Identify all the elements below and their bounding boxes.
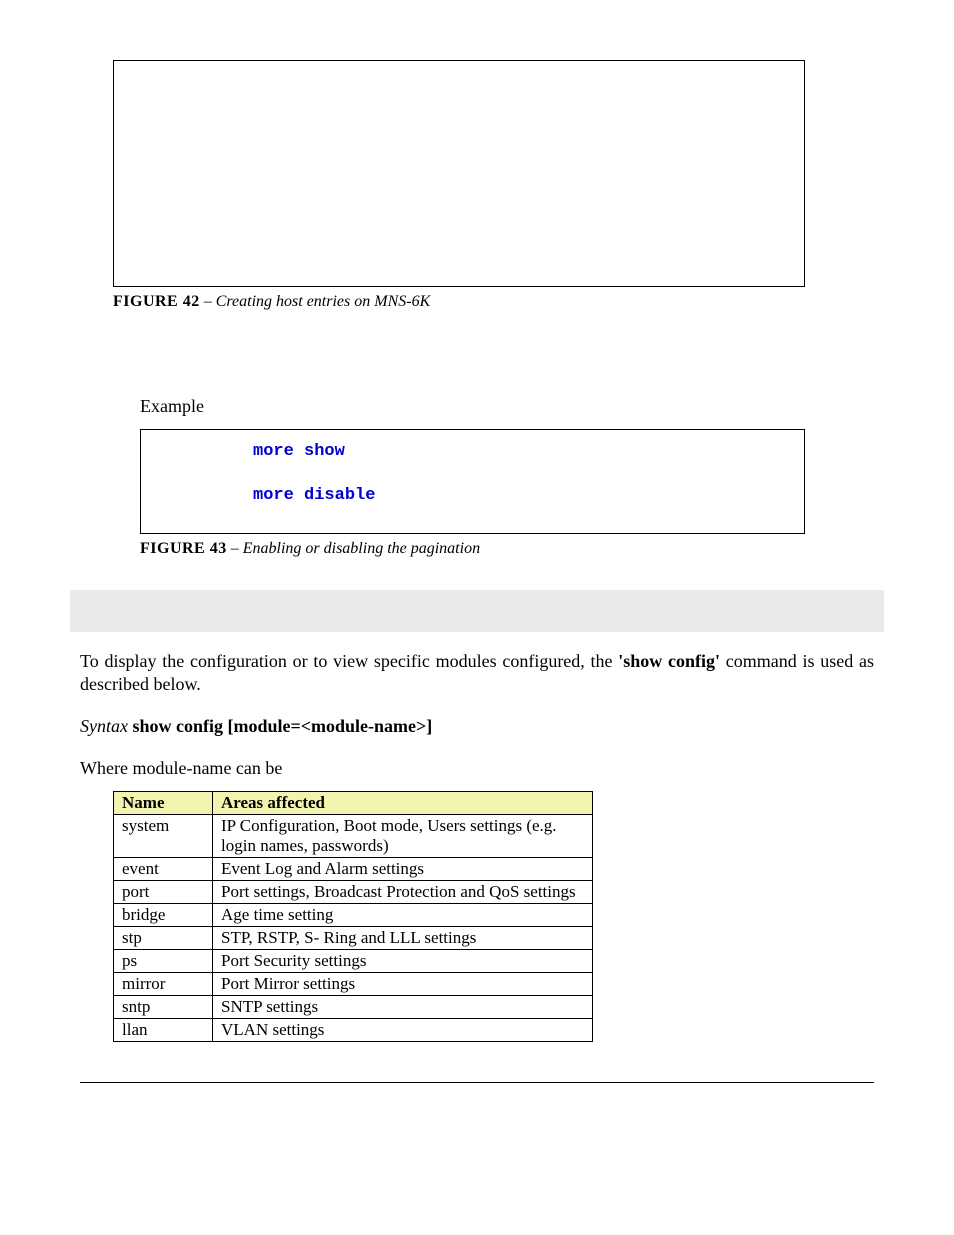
- cell-area: VLAN settings: [213, 1018, 593, 1041]
- cell-name: llan: [114, 1018, 213, 1041]
- document-page: FIGURE 42 – Creating host entries on MNS…: [0, 0, 954, 1143]
- code-line-1: more show: [253, 440, 804, 464]
- table-row: sntp SNTP settings: [114, 995, 593, 1018]
- table-row: stp STP, RSTP, S- Ring and LLL settings: [114, 926, 593, 949]
- figure-43-sep: –: [227, 540, 243, 557]
- table-row: system IP Configuration, Boot mode, User…: [114, 814, 593, 857]
- cell-area: Event Log and Alarm settings: [213, 857, 593, 880]
- figure-42-desc: Creating host entries on MNS-6K: [216, 293, 431, 310]
- example-heading: Example: [140, 396, 874, 417]
- figure-43-desc: Enabling or disabling the pagination: [243, 540, 480, 557]
- figure-42-label: FIGURE 42: [113, 293, 200, 310]
- figure-42-sep: –: [200, 293, 216, 310]
- figure-43-label: FIGURE 43: [140, 540, 227, 557]
- syntax-line: Syntax show config [module=<module-name>…: [80, 716, 874, 737]
- cell-area: Port Security settings: [213, 949, 593, 972]
- intro-paragraph: To display the configuration or to view …: [80, 650, 874, 697]
- syntax-label: Syntax: [80, 716, 128, 736]
- figure-42-box: [113, 60, 805, 287]
- cell-area: Age time setting: [213, 903, 593, 926]
- cell-area: SNTP settings: [213, 995, 593, 1018]
- cell-name: port: [114, 880, 213, 903]
- table-header-row: Name Areas affected: [114, 791, 593, 814]
- figure-43-caption: FIGURE 43 – Enabling or disabling the pa…: [140, 538, 874, 558]
- footer-rule: [80, 1082, 874, 1083]
- table-header-name: Name: [114, 791, 213, 814]
- section-band: [70, 590, 884, 632]
- cell-name: sntp: [114, 995, 213, 1018]
- para1-bold: 'show config': [618, 651, 720, 671]
- cell-area: STP, RSTP, S- Ring and LLL settings: [213, 926, 593, 949]
- table-row: ps Port Security settings: [114, 949, 593, 972]
- cell-area: Port settings, Broadcast Protection and …: [213, 880, 593, 903]
- cell-name: system: [114, 814, 213, 857]
- figure-43-box: more show more disable: [140, 429, 805, 534]
- table-header-areas: Areas affected: [213, 791, 593, 814]
- table-row: event Event Log and Alarm settings: [114, 857, 593, 880]
- cell-name: mirror: [114, 972, 213, 995]
- cell-name: event: [114, 857, 213, 880]
- table-row: llan VLAN settings: [114, 1018, 593, 1041]
- cell-name: stp: [114, 926, 213, 949]
- cell-name: bridge: [114, 903, 213, 926]
- table-row: mirror Port Mirror settings: [114, 972, 593, 995]
- syntax-command: show config [module=<module-name>]: [128, 716, 432, 736]
- table-row: port Port settings, Broadcast Protection…: [114, 880, 593, 903]
- cell-area: Port Mirror settings: [213, 972, 593, 995]
- where-line: Where module-name can be: [80, 757, 874, 780]
- module-table: Name Areas affected system IP Configurat…: [113, 791, 593, 1042]
- cell-name: ps: [114, 949, 213, 972]
- figure-42-caption: FIGURE 42 – Creating host entries on MNS…: [113, 291, 874, 311]
- table-row: bridge Age time setting: [114, 903, 593, 926]
- cell-area: IP Configuration, Boot mode, Users setti…: [213, 814, 593, 857]
- code-line-2: more disable: [253, 484, 804, 508]
- para1-pre: To display the configuration or to view …: [80, 651, 618, 671]
